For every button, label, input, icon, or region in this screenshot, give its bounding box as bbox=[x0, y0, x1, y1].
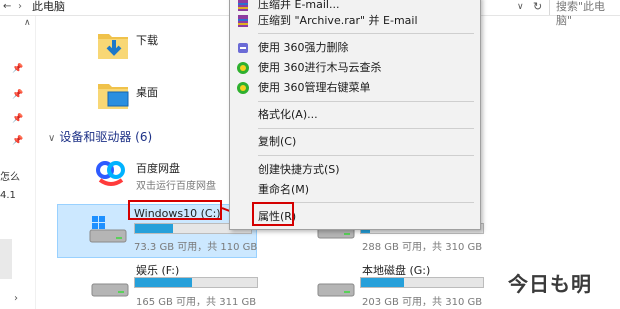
hard-drive-icon bbox=[317, 283, 355, 297]
menu-item-create-shortcut[interactable]: 创建快捷方式(S) bbox=[230, 160, 480, 180]
menu-item-label: 压缩到 "Archive.rar" 并 E-mail bbox=[258, 14, 418, 27]
hard-drive-icon bbox=[91, 283, 129, 297]
nav-item-label[interactable]: 怎么 bbox=[0, 168, 20, 183]
drive-g-space: 203 GB 可用，共 310 GB bbox=[362, 297, 483, 308]
menu-item-compress-archive-email[interactable]: 压缩到 "Archive.rar" 并 E-mail bbox=[230, 11, 480, 31]
section-title: 设备和驱动器 (6) bbox=[59, 130, 153, 144]
app-label-baidu: 百度网盘 bbox=[136, 162, 180, 175]
app-sub-label-baidu: 双击运行百度网盘 bbox=[136, 181, 216, 192]
winrar-icon bbox=[238, 15, 248, 27]
drive-2-space: 288 GB 可用，共 310 GB bbox=[362, 242, 483, 253]
menu-item-label: 创建快捷方式(S) bbox=[258, 163, 340, 176]
menu-item-rename[interactable]: 重命名(M) bbox=[230, 180, 480, 200]
desktop-folder-icon bbox=[98, 84, 129, 109]
context-menu: 压缩并 E-mail... 压缩到 "Archive.rar" 并 E-mail… bbox=[229, 0, 481, 230]
chevron-down-icon[interactable]: ∨ bbox=[48, 133, 55, 144]
menu-item-360-manage[interactable]: 使用 360管理右键菜单 bbox=[230, 78, 480, 98]
baidu-netdisk-item[interactable] bbox=[94, 156, 128, 193]
drive-f-usage-bar bbox=[134, 277, 258, 288]
menu-separator bbox=[258, 101, 474, 102]
drive-f-usage-fill bbox=[135, 278, 193, 287]
drive-f-space: 165 GB 可用，共 311 GB bbox=[136, 297, 257, 308]
drive-g-name: 本地磁盘 (G:) bbox=[362, 264, 431, 277]
360-manage-icon bbox=[237, 82, 249, 94]
menu-item-format[interactable]: 格式化(A)... bbox=[230, 105, 480, 125]
menu-item-label: 使用 360强力删除 bbox=[258, 41, 349, 54]
menu-item-label: 使用 360管理右键菜单 bbox=[258, 81, 371, 94]
search-input[interactable]: 搜索"此电脑" bbox=[549, 0, 620, 27]
menu-item-copy[interactable]: 复制(C) bbox=[230, 132, 480, 152]
highlight-box-drive-c bbox=[128, 200, 222, 220]
navigation-pane: ∧ 📌 📌 📌 📌 怎么 4.1 › bbox=[0, 16, 36, 309]
path-separator-icon: › bbox=[18, 1, 22, 12]
menu-item-label: 重命名(M) bbox=[258, 183, 310, 196]
menu-item-360-delete[interactable]: 使用 360强力删除 bbox=[230, 38, 480, 58]
drive-g-usage-bar bbox=[360, 277, 484, 288]
drive-g-usage-fill bbox=[361, 278, 404, 287]
drive-c-icon-wrap bbox=[86, 214, 128, 251]
download-folder-icon bbox=[98, 34, 128, 59]
nav-item-label[interactable]: 4.1 bbox=[0, 190, 16, 201]
pin-icon: 📌 bbox=[12, 64, 24, 74]
menu-separator bbox=[258, 155, 474, 156]
360-delete-icon bbox=[238, 43, 248, 53]
chevron-right-icon[interactable]: › bbox=[14, 293, 18, 304]
folder-label-desktop: 桌面 bbox=[136, 86, 158, 99]
pin-icon: 📌 bbox=[12, 136, 24, 146]
menu-item-360-scan[interactable]: 使用 360进行木马云查杀 bbox=[230, 58, 480, 78]
drive-f-name: 娱乐 (F:) bbox=[136, 264, 180, 277]
drive-f-icon-wrap[interactable] bbox=[90, 280, 132, 305]
menu-separator bbox=[258, 128, 474, 129]
back-arrow-icon[interactable]: ← bbox=[3, 0, 15, 14]
refresh-icon[interactable]: ↻ bbox=[533, 0, 542, 14]
menu-item-label: 使用 360进行木马云查杀 bbox=[258, 61, 382, 74]
highlight-box-properties bbox=[252, 202, 294, 226]
menu-item-label: 复制(C) bbox=[258, 135, 297, 148]
drive-c-space: 73.3 GB 可用，共 110 GB bbox=[134, 242, 258, 253]
folder-label-downloads: 下载 bbox=[136, 34, 158, 47]
hard-drive-windows-icon bbox=[89, 216, 127, 243]
pin-icon: 📌 bbox=[12, 90, 24, 100]
nav-selected-item[interactable] bbox=[0, 239, 12, 279]
chevron-down-icon[interactable]: ∨ bbox=[517, 0, 524, 14]
desktop-folder[interactable] bbox=[96, 76, 132, 117]
pin-icon: 📌 bbox=[12, 114, 24, 124]
menu-separator bbox=[258, 33, 474, 34]
baidu-netdisk-icon bbox=[96, 161, 125, 186]
scroll-up-icon[interactable]: ∧ bbox=[24, 18, 31, 28]
download-folder[interactable] bbox=[96, 26, 132, 67]
menu-item-label: 格式化(A)... bbox=[258, 108, 318, 121]
drive-g-icon-wrap[interactable] bbox=[316, 280, 358, 305]
address-path[interactable]: 此电脑 bbox=[32, 0, 65, 14]
drive-c-usage-fill bbox=[135, 224, 174, 233]
watermark-text: 今日も明 bbox=[508, 272, 592, 296]
section-header-devices[interactable]: ∨ 设备和驱动器 (6) bbox=[48, 128, 152, 145]
360-scan-icon bbox=[237, 62, 249, 74]
